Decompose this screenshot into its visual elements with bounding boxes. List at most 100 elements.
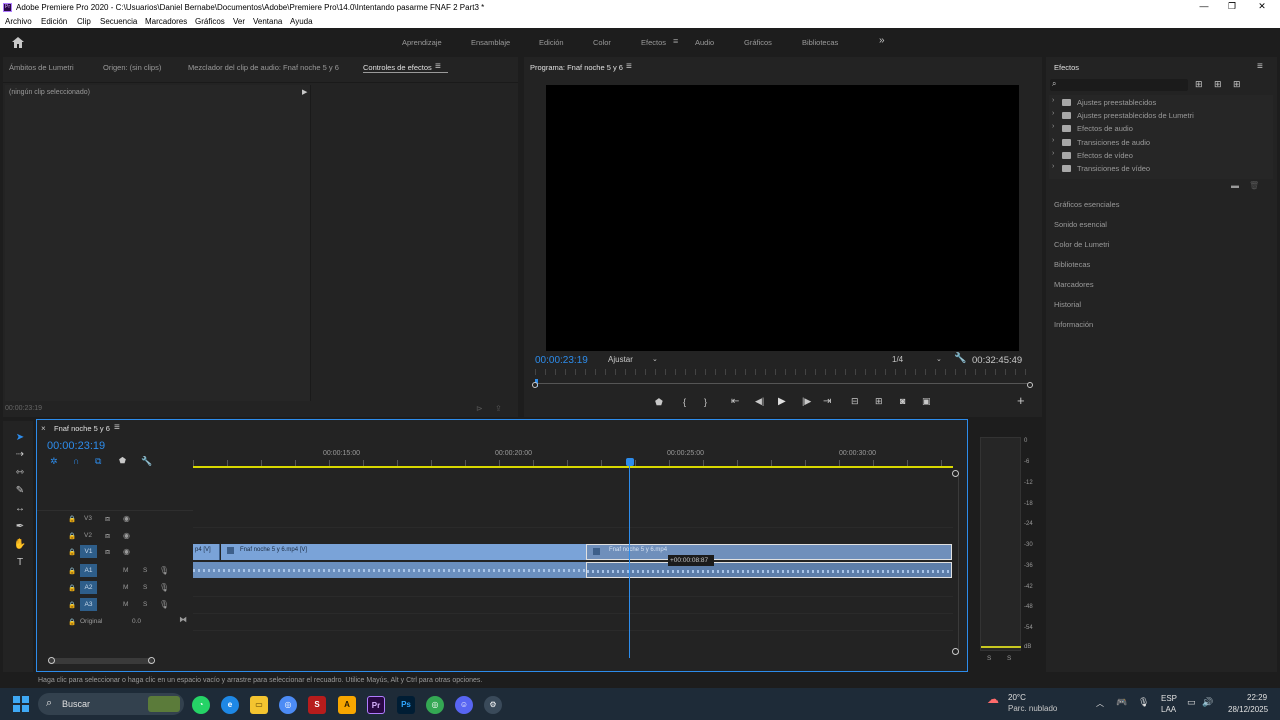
steam-icon[interactable]: ⚙ <box>484 696 502 714</box>
close-button[interactable]: ✕ <box>1252 1 1272 13</box>
horizontal-scrollbar[interactable] <box>49 658 153 664</box>
type-tool-icon[interactable]: T <box>12 557 28 571</box>
folder-presets[interactable]: › Ajustes preestablecidos <box>1052 97 1212 109</box>
menu-ventana[interactable]: Ventana <box>253 17 282 26</box>
whatsapp-icon[interactable]: ◔ <box>192 696 210 714</box>
ripple-edit-tool-icon[interactable]: ⇿ <box>12 467 28 481</box>
panel-libraries[interactable]: Bibliotecas <box>1054 260 1090 269</box>
microphone-icon[interactable]: 🎙 <box>1138 697 1149 708</box>
export-icon[interactable]: ⇪ <box>495 404 502 413</box>
menu-edicion[interactable]: Edición <box>41 17 67 26</box>
extract-icon[interactable]: ⊞ <box>875 396 883 407</box>
input-layout[interactable]: LAA <box>1161 705 1176 714</box>
mute-button[interactable]: M <box>123 601 128 608</box>
add-marker-icon[interactable]: ⬟ <box>655 397 663 408</box>
sequence-menu-icon[interactable]: ≡ <box>114 422 120 433</box>
mark-in-icon[interactable]: { <box>683 397 686 407</box>
lock-icon[interactable]: 🔒 <box>68 532 76 540</box>
track-label-v1[interactable]: V1 <box>80 545 97 558</box>
mic-icon[interactable]: 🎙 <box>159 566 169 575</box>
file-explorer-icon[interactable]: ▭ <box>250 696 268 714</box>
program-menu-icon[interactable]: ≡ <box>626 61 632 72</box>
play-icon[interactable]: ▶ <box>778 396 786 407</box>
resolution-select[interactable]: 1/4 <box>892 355 903 364</box>
eye-icon[interactable]: ◉ <box>123 531 130 540</box>
folder-audio-effects[interactable]: › Efectos de audio <box>1052 123 1212 135</box>
timeline-playhead[interactable] <box>626 458 634 466</box>
lock-icon[interactable]: 🔒 <box>68 584 76 592</box>
accelerated-effects-icon[interactable]: ⊞ <box>1195 79 1203 90</box>
effects-search-input[interactable] <box>1050 79 1188 91</box>
add-marker-icon[interactable]: ⬟ <box>119 456 126 465</box>
sequence-tab[interactable]: Fnaf noche 5 y 6 <box>54 424 110 433</box>
chrome-profile-icon[interactable]: ◎ <box>426 696 444 714</box>
scroll-handle-left[interactable] <box>48 657 55 664</box>
app-a-icon[interactable]: A <box>338 696 356 714</box>
workspace-tab-edicion[interactable]: Edición <box>539 38 564 47</box>
solo-button[interactable]: S <box>143 567 147 574</box>
hand-tool-icon[interactable]: ✋ <box>12 539 28 553</box>
fit-chevron-icon[interactable]: ⌄ <box>652 355 658 363</box>
resolution-chevron-icon[interactable]: ⌄ <box>936 355 942 363</box>
menu-archivo[interactable]: Archivo <box>5 17 32 26</box>
panel-menu-icon[interactable]: ≡ <box>435 61 441 72</box>
maximize-button[interactable]: ❐ <box>1222 1 1242 13</box>
home-icon[interactable] <box>12 37 24 48</box>
export-frame-icon[interactable]: ◙ <box>900 396 905 406</box>
step-forward-icon[interactable]: |▶ <box>802 396 811 407</box>
panel-essential-graphics[interactable]: Gráficos esenciales <box>1054 200 1119 209</box>
premiere-pro-icon[interactable]: Pr <box>367 696 385 714</box>
chevron-right-icon[interactable]: › <box>1052 97 1054 104</box>
work-area-bar[interactable] <box>193 466 953 468</box>
meter-solo-button[interactable]: S <box>1007 655 1011 662</box>
track-label-a3[interactable]: A3 <box>80 598 97 611</box>
mic-icon[interactable]: 🎙 <box>159 600 169 609</box>
weather-desc[interactable]: Parc. nublado <box>1008 704 1057 713</box>
chevron-right-icon[interactable]: › <box>1052 110 1054 117</box>
audio-clip[interactable] <box>193 562 586 578</box>
sony-vegas-icon[interactable]: S <box>308 696 326 714</box>
nest-icon[interactable]: ✲ <box>50 456 58 467</box>
track-label-a2[interactable]: A2 <box>80 581 97 594</box>
panel-essential-sound[interactable]: Sonido esencial <box>1054 220 1107 229</box>
video-clip-selected[interactable]: Fnaf noche 5 y 6.mp4 <box>586 544 952 560</box>
lock-icon[interactable]: 🔒 <box>68 548 76 556</box>
chrome-icon[interactable]: ◎ <box>279 696 297 714</box>
chevron-right-icon[interactable]: › <box>1052 150 1054 157</box>
workspace-tab-bibliotecas[interactable]: Bibliotecas <box>802 38 838 47</box>
zoom-handle-left[interactable] <box>532 382 538 388</box>
workspace-tab-ensamblaje[interactable]: Ensamblaje <box>471 38 510 47</box>
lock-icon[interactable]: 🔒 <box>68 601 76 609</box>
panel-info[interactable]: Información <box>1054 320 1093 329</box>
folder-audio-transitions[interactable]: › Transiciones de audio <box>1052 137 1212 149</box>
lock-icon[interactable]: 🔒 <box>68 515 76 523</box>
track-label-a1[interactable]: A1 <box>80 564 97 577</box>
new-bin-icon[interactable]: ▬ <box>1231 181 1239 190</box>
menu-clip[interactable]: Clip <box>77 17 91 26</box>
yuv-effects-icon[interactable]: ⊞ <box>1233 79 1241 90</box>
solo-button[interactable]: S <box>143 584 147 591</box>
network-icon[interactable]: ▭ <box>1187 697 1196 708</box>
video-clip[interactable]: Fnaf noche 5 y 6.mp4 [V] <box>221 544 586 560</box>
lock-icon[interactable]: 🔒 <box>68 618 76 626</box>
sync-lock-icon[interactable]: ⧈ <box>105 547 110 557</box>
vertical-scrollbar[interactable] <box>958 476 959 654</box>
wrench-icon[interactable]: 🔧 <box>954 353 966 364</box>
filter-icon[interactable]: ⊳ <box>476 404 483 413</box>
lock-icon[interactable]: 🔒 <box>68 567 76 575</box>
program-video-frame[interactable] <box>546 85 1019 351</box>
32bit-effects-icon[interactable]: ⊞ <box>1214 79 1222 90</box>
fit-select[interactable]: Ajustar <box>608 355 633 364</box>
compare-view-icon[interactable]: ▣ <box>922 396 931 407</box>
workspace-tab-graficos[interactable]: Gráficos <box>744 38 772 47</box>
discord-icon[interactable]: ☺ <box>455 696 473 714</box>
zoom-handle-right[interactable] <box>1027 382 1033 388</box>
video-clip[interactable]: p4 [V] <box>193 544 220 560</box>
clock-date[interactable]: 28/12/2025 <box>1228 705 1268 714</box>
photoshop-icon[interactable]: Ps <box>397 696 415 714</box>
menu-graficos[interactable]: Gráficos <box>195 17 225 26</box>
timeline-timecode[interactable]: 00:00:23:19 <box>47 440 105 452</box>
close-sequence-icon[interactable]: × <box>41 424 46 433</box>
chevron-right-icon[interactable]: › <box>1052 137 1054 144</box>
panel-lumetri-color[interactable]: Color de Lumetri <box>1054 240 1109 249</box>
